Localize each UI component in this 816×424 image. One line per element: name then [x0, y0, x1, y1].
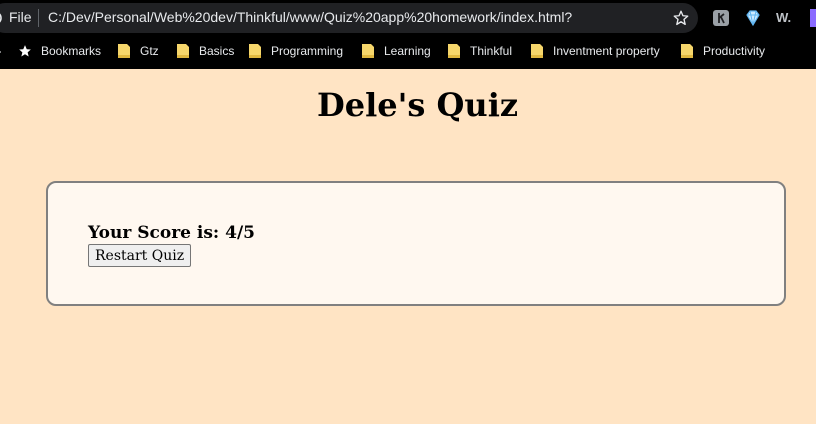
folder-icon: [448, 44, 460, 58]
folder-icon: [118, 44, 130, 58]
folder-icon: [531, 44, 543, 58]
reader-mode-icon[interactable]: [712, 9, 730, 27]
folder-icon: [362, 44, 374, 58]
page-title: Dele's Quiz: [316, 86, 519, 124]
url-text[interactable]: C:/Dev/Personal/Web%20dev/Thinkful/www/Q…: [48, 9, 572, 25]
site-info-icon[interactable]: [0, 11, 3, 25]
diamond-extension-icon[interactable]: [744, 9, 762, 27]
bookmark-label: Learning: [384, 44, 431, 58]
address-row: File C:/Dev/Personal/Web%20dev/Thinkful/…: [0, 0, 816, 36]
star-icon: [19, 45, 31, 57]
folder-icon: [681, 44, 693, 58]
browser-toolbar: File C:/Dev/Personal/Web%20dev/Thinkful/…: [0, 0, 816, 69]
profile-edge-icon[interactable]: [810, 9, 816, 27]
bookmark-folder-inventment-property[interactable]: Inventment property: [531, 42, 660, 60]
address-divider: [38, 9, 39, 27]
bookmark-folder-learning[interactable]: Learning: [362, 42, 431, 60]
bookmark-label: Thinkful: [470, 44, 513, 58]
apps-shortcut-icon[interactable]: [0, 46, 2, 56]
quiz-card: Your Score is: 4/5 Restart Quiz: [46, 181, 786, 306]
score-text: Your Score is: 4/5: [88, 223, 255, 243]
bookmark-star-icon[interactable]: [672, 9, 690, 27]
file-scheme-label: File: [9, 9, 32, 25]
folder-icon: [177, 44, 189, 58]
bookmark-folder-productivity[interactable]: Productivity: [681, 42, 765, 60]
bookmark-label: Productivity: [703, 44, 766, 58]
bookmark-label: Basics: [199, 44, 235, 58]
bookmark-label: Inventment property: [553, 44, 660, 58]
w-extension-icon[interactable]: W.: [776, 9, 794, 27]
bookmark-folder-programming[interactable]: Programming: [249, 42, 343, 60]
bookmark-folder-thinkful[interactable]: Thinkful: [448, 42, 512, 60]
bookmark-folder-gtz[interactable]: Gtz: [118, 42, 159, 60]
folder-icon: [249, 44, 261, 58]
bookmarks-bar: Bookmarks Gtz Basics Programming Learnin…: [0, 36, 816, 64]
bookmark-label: Bookmarks: [41, 44, 102, 58]
restart-quiz-button[interactable]: Restart Quiz: [88, 244, 192, 267]
bookmark-folder-basics[interactable]: Basics: [177, 42, 234, 60]
bookmark-label: Gtz: [140, 44, 159, 58]
bookmark-item-bookmarks[interactable]: Bookmarks: [18, 42, 101, 60]
bookmark-label: Programming: [271, 44, 344, 58]
